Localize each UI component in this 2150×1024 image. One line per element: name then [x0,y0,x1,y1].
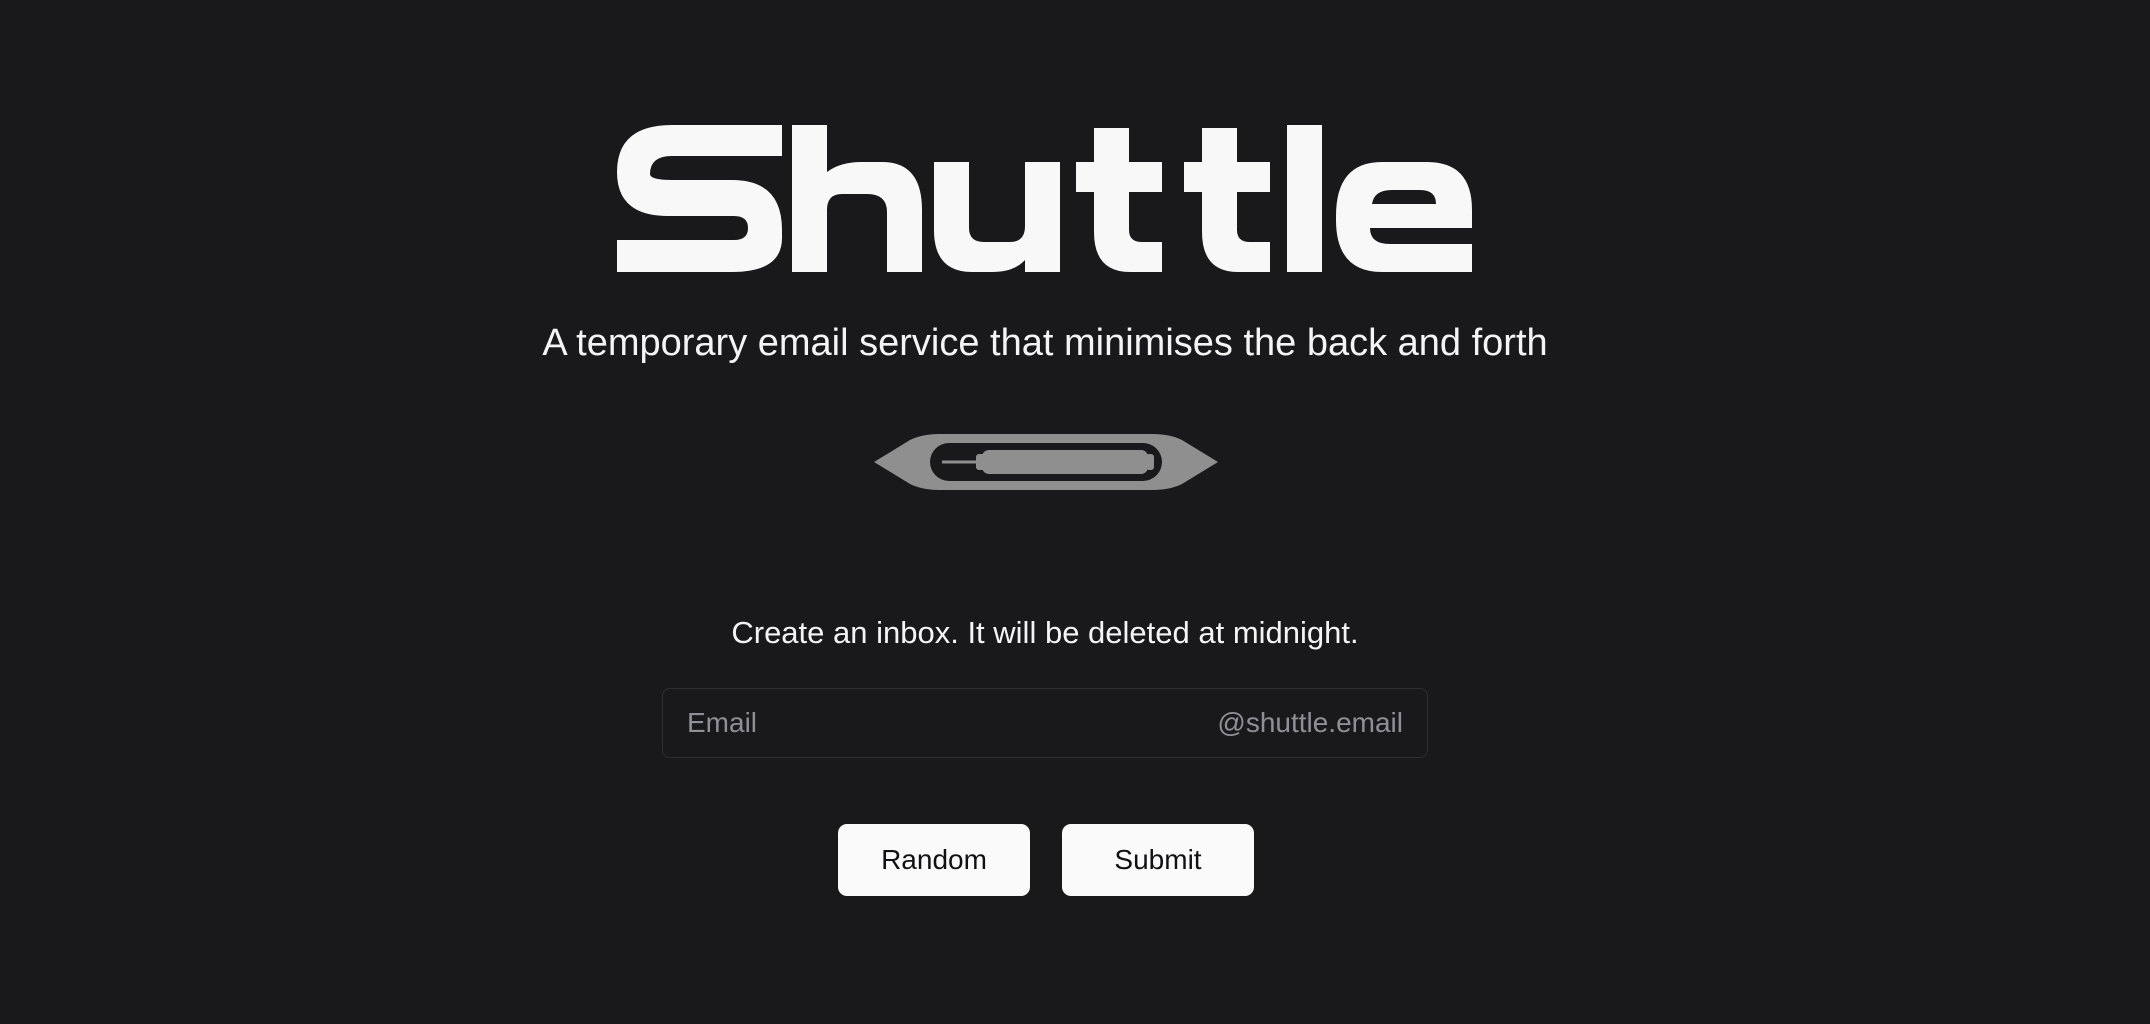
tagline: A temporary email service that minimises… [542,322,1548,364]
shuttle-logo [612,120,1478,275]
random-button[interactable]: Random [838,824,1030,896]
shuttle-icon [870,430,1222,494]
email-domain-suffix: @shuttle.email [1217,707,1403,738]
submit-button[interactable]: Submit [1062,824,1254,896]
landing-page: A temporary email service that minimises… [0,0,2150,1024]
logo-wordmark [617,125,1472,272]
email-input[interactable] [663,689,1218,757]
email-field-container: @shuttle.email [662,688,1428,758]
inbox-instructions: Create an inbox. It will be deleted at m… [731,615,1359,650]
